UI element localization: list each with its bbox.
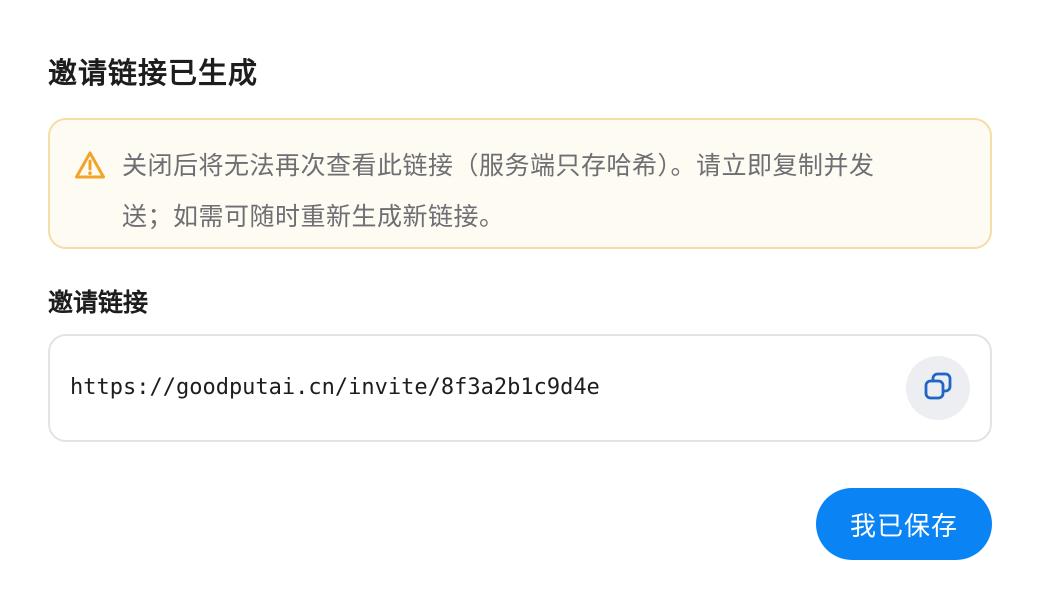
warning-line-1: 关闭后将无法再次查看此链接（服务端只存哈希）。请立即复制并发 [122, 151, 875, 180]
copy-link-button[interactable] [906, 356, 970, 420]
copy-icon [923, 371, 953, 405]
invite-link-value[interactable]: https://goodputai.cn/invite/8f3a2b1c9d4e [70, 370, 600, 406]
warning-line-2: 送；如需可随时重新生成新链接。 [122, 202, 505, 231]
invite-link-dialog: 邀请链接已生成 关闭后将无法再次查看此链接（服务端只存哈希）。请立即复制并发 送… [0, 0, 1040, 608]
saved-confirm-button[interactable]: 我已保存 [816, 488, 992, 560]
invite-link-field[interactable]: https://goodputai.cn/invite/8f3a2b1c9d4e [48, 334, 992, 442]
warning-triangle-icon [74, 150, 106, 180]
warning-banner: 关闭后将无法再次查看此链接（服务端只存哈希）。请立即复制并发 送；如需可随时重新… [48, 118, 992, 249]
warning-message: 关闭后将无法再次查看此链接（服务端只存哈希）。请立即复制并发 送；如需可随时重新… [122, 140, 956, 242]
invite-link-label: 邀请链接 [48, 288, 149, 317]
dialog-title: 邀请链接已生成 [48, 56, 259, 90]
